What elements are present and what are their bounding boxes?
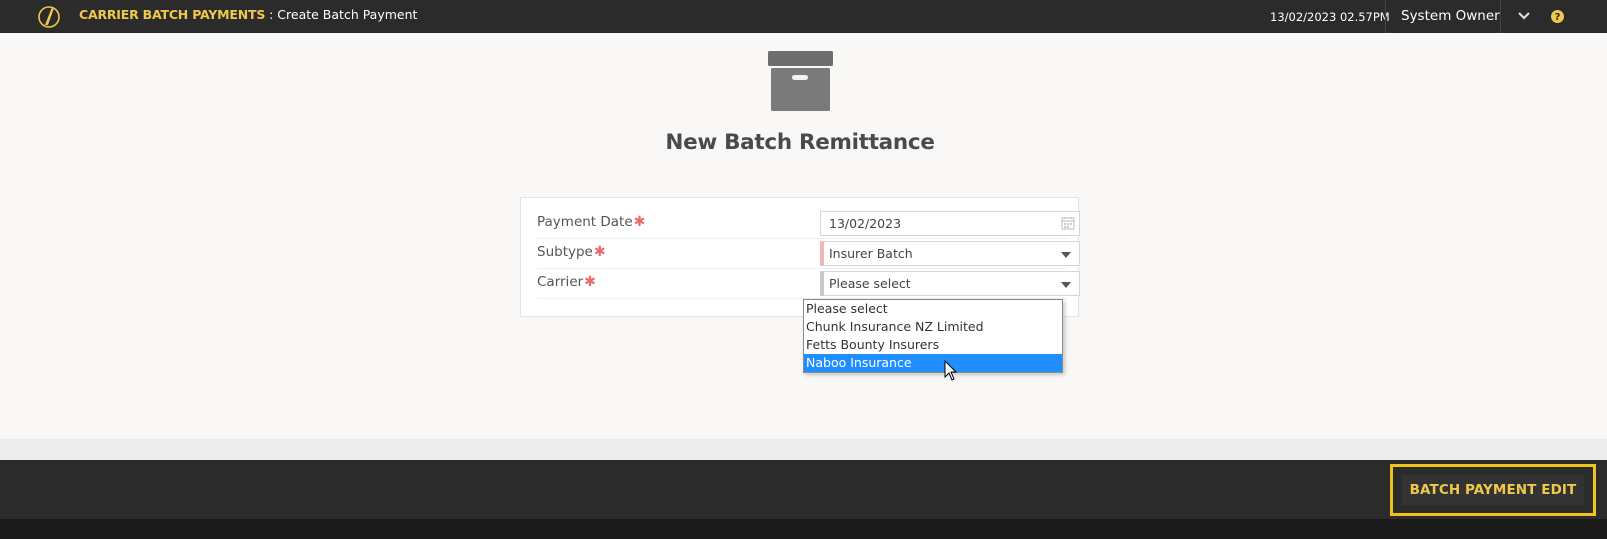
footer-bar xyxy=(0,460,1607,519)
payment-date-label-text: Payment Date xyxy=(537,214,633,230)
payment-date-input[interactable]: 13/02/2023 xyxy=(820,211,1080,236)
carrier-option[interactable]: Chunk Insurance NZ Limited xyxy=(804,318,1062,336)
carrier-option[interactable]: Fetts Bounty Insurers xyxy=(804,336,1062,354)
batch-payment-edit-button[interactable]: BATCH PAYMENT EDIT xyxy=(1390,464,1596,516)
caret-down-icon[interactable] xyxy=(1061,282,1071,288)
subtype-row: Subtype✱ Insurer Batch xyxy=(537,238,1080,269)
footer-base xyxy=(0,519,1607,539)
required-marker: ✱ xyxy=(584,274,596,290)
caret-down-icon[interactable] xyxy=(1061,252,1071,258)
required-marker: ✱ xyxy=(593,244,606,260)
chevron-down-icon[interactable] xyxy=(1516,8,1532,24)
subtype-label-text: Subtype xyxy=(537,244,593,260)
carrier-label-text: Carrier xyxy=(537,274,584,290)
top-bar: CARRIER BATCH PAYMENTS : Create Batch Pa… xyxy=(0,0,1607,33)
subtype-value: Insurer Batch xyxy=(829,246,913,261)
svg-text:?: ? xyxy=(1555,12,1561,23)
carrier-option-highlighted[interactable]: Naboo Insurance xyxy=(804,354,1062,372)
breadcrumb-separator: : xyxy=(265,7,278,22)
datetime-display: 13/02/2023 02.57PM xyxy=(1270,10,1390,24)
carrier-option[interactable]: Please select xyxy=(804,300,1062,318)
app-logo-icon[interactable] xyxy=(37,3,61,29)
carrier-select[interactable]: Please select xyxy=(820,271,1080,296)
module-title[interactable]: CARRIER BATCH PAYMENTS xyxy=(79,7,265,22)
user-name[interactable]: System Owner xyxy=(1401,8,1500,24)
payment-date-value: 13/02/2023 xyxy=(829,216,902,231)
payment-date-label: Payment Date✱ xyxy=(537,214,645,230)
batch-payment-edit-label[interactable]: BATCH PAYMENT EDIT xyxy=(1402,475,1584,505)
archive-box-icon xyxy=(768,51,833,111)
carrier-value: Please select xyxy=(829,276,911,291)
help-icon[interactable]: ? xyxy=(1550,9,1565,24)
carrier-row: Carrier✱ Please select xyxy=(537,268,1080,299)
required-marker: ✱ xyxy=(633,214,646,230)
form-title: New Batch Remittance xyxy=(665,130,935,155)
divider xyxy=(1500,0,1501,33)
subtype-label: Subtype✱ xyxy=(537,244,606,260)
content-bottom-strip xyxy=(0,439,1607,460)
divider xyxy=(1385,0,1386,33)
payment-date-row: Payment Date✱ 13/02/2023 xyxy=(537,208,1080,239)
carrier-dropdown-list[interactable]: Please select Chunk Insurance NZ Limited… xyxy=(803,299,1063,373)
calendar-icon[interactable] xyxy=(1061,216,1075,230)
mouse-cursor-icon xyxy=(944,360,958,381)
subtype-select[interactable]: Insurer Batch xyxy=(820,241,1080,266)
page-title: Create Batch Payment xyxy=(277,7,418,22)
carrier-label: Carrier✱ xyxy=(537,274,596,290)
breadcrumb: CARRIER BATCH PAYMENTS : Create Batch Pa… xyxy=(79,7,417,22)
